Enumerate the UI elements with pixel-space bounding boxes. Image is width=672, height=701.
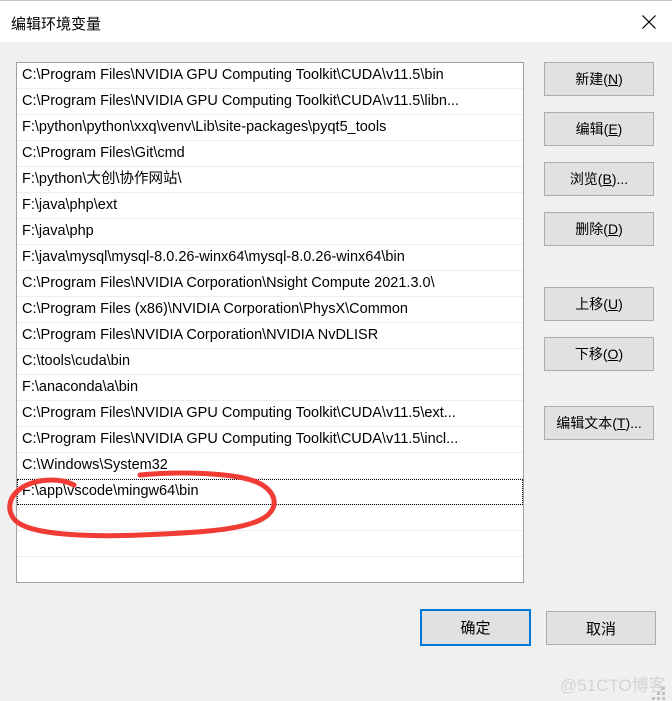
close-icon[interactable] <box>626 2 672 42</box>
cancel-button[interactable]: 取消 <box>546 611 656 645</box>
delete-button-label: 删除( <box>575 221 608 237</box>
delete-button-suffix: ) <box>618 221 623 237</box>
list-item-empty[interactable] <box>17 557 523 582</box>
watermark: @51CTO博客 <box>560 676 666 695</box>
list-item[interactable]: F:\java\php <box>17 219 523 245</box>
ok-button[interactable]: 确定 <box>420 609 531 646</box>
new-button-accelerator: N <box>607 71 619 87</box>
list-item-empty[interactable] <box>17 505 523 531</box>
move-down-button-label: 下移( <box>574 346 608 362</box>
list-item[interactable]: C:\Windows\System32 <box>17 453 523 479</box>
move-down-button-accelerator: O <box>607 346 619 362</box>
edit-text-button[interactable]: 编辑文本(T)... <box>544 406 654 440</box>
list-item[interactable]: C:\Program Files (x86)\NVIDIA Corporatio… <box>17 297 523 323</box>
path-list[interactable]: C:\Program Files\NVIDIA GPU Computing To… <box>16 62 524 583</box>
browse-button[interactable]: 浏览(B)... <box>544 162 654 196</box>
new-button[interactable]: 新建(N) <box>544 62 654 96</box>
browse-button-label: 浏览( <box>569 171 603 187</box>
list-item[interactable]: F:\java\php\ext <box>17 193 523 219</box>
list-item[interactable]: C:\Program Files\Git\cmd <box>17 141 523 167</box>
list-item[interactable]: F:\app\vscode\mingw64\bin <box>17 479 523 505</box>
move-down-button[interactable]: 下移(O) <box>544 337 654 371</box>
browse-button-suffix: )... <box>611 171 629 187</box>
move-up-button[interactable]: 上移(U) <box>544 287 654 321</box>
list-item-empty[interactable] <box>17 531 523 557</box>
edit-button[interactable]: 编辑(E) <box>544 112 654 146</box>
edit-text-button-accelerator: T <box>616 415 626 431</box>
cancel-button-label: 取消 <box>585 620 616 638</box>
edit-text-button-label: 编辑文本( <box>556 415 617 431</box>
list-item[interactable]: C:\Program Files\NVIDIA GPU Computing To… <box>17 63 523 89</box>
browse-button-accelerator: B <box>602 171 612 187</box>
edit-button-label: 编辑( <box>575 121 609 137</box>
move-up-button-label: 上移( <box>575 296 608 312</box>
list-item[interactable]: C:\Program Files\NVIDIA Corporation\Nsig… <box>17 271 523 297</box>
move-up-button-suffix: ) <box>618 296 623 312</box>
list-item[interactable]: C:\Program Files\NVIDIA GPU Computing To… <box>17 427 523 453</box>
list-item[interactable]: C:\Program Files\NVIDIA GPU Computing To… <box>17 401 523 427</box>
move-up-button-accelerator: U <box>607 296 619 312</box>
dialog-body: C:\Program Files\NVIDIA GPU Computing To… <box>0 42 672 700</box>
resize-grip[interactable] <box>652 687 666 701</box>
ok-button-label: 确定 <box>460 620 491 637</box>
title-bar: 编辑环境变量 <box>0 0 672 42</box>
list-item[interactable]: C:\Program Files\NVIDIA GPU Computing To… <box>17 89 523 115</box>
list-item[interactable]: C:\Program Files\NVIDIA Corporation\NVID… <box>17 323 523 349</box>
delete-button[interactable]: 删除(D) <box>544 212 654 246</box>
window-title: 编辑环境变量 <box>11 16 102 33</box>
list-item[interactable]: F:\java\mysql\mysql-8.0.26-winx64\mysql-… <box>17 245 523 271</box>
new-button-label: 新建( <box>575 71 608 87</box>
edit-button-accelerator: E <box>608 121 618 137</box>
list-item[interactable]: F:\anaconda\a\bin <box>17 375 523 401</box>
edit-text-button-suffix: )... <box>625 415 642 431</box>
edit-button-suffix: ) <box>617 121 623 137</box>
list-item[interactable]: F:\python\大创\协作网站\ <box>17 167 523 193</box>
new-button-suffix: ) <box>618 71 623 87</box>
list-item[interactable]: F:\python\python\xxq\venv\Lib\site-packa… <box>17 115 523 141</box>
delete-button-accelerator: D <box>607 221 619 237</box>
move-down-button-suffix: ) <box>618 346 624 362</box>
list-item[interactable]: C:\tools\cuda\bin <box>17 349 523 375</box>
